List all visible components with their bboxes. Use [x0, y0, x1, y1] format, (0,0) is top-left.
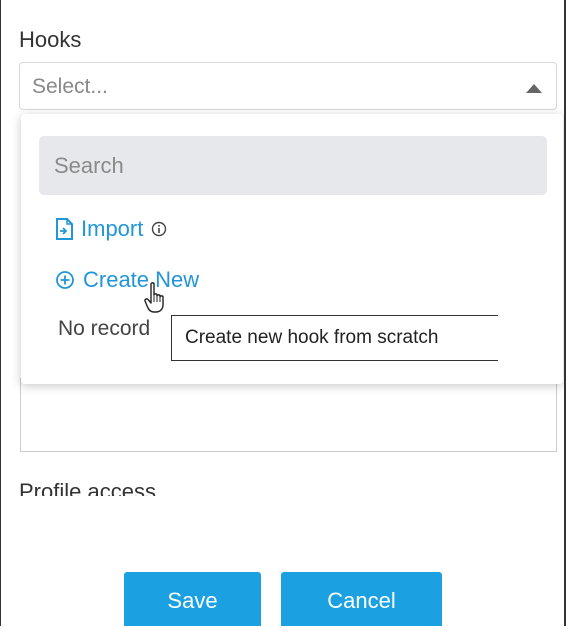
create-new-label: Create New: [83, 267, 200, 292]
hand-pointer-icon: [144, 282, 164, 313]
hooks-form-panel: Hooks Select... Profile access Import: [0, 0, 566, 626]
import-label: Import: [81, 216, 144, 241]
no-records-text: No record: [58, 317, 151, 340]
tooltip-text: Create new hook from scratch: [185, 327, 439, 348]
profile-access-label: Profile access: [19, 479, 156, 496]
triangle-up-icon[interactable]: [526, 84, 542, 93]
plus-circle-icon: [56, 271, 74, 289]
save-button[interactable]: Save: [124, 572, 261, 626]
file-import-icon: [56, 218, 73, 240]
cancel-button[interactable]: Cancel: [281, 572, 442, 626]
hooks-select[interactable]: Select...: [19, 62, 557, 110]
hooks-select-placeholder: Select...: [32, 75, 108, 98]
hooks-list-box: [20, 378, 557, 452]
info-icon[interactable]: [151, 221, 175, 237]
import-option[interactable]: Import: [55, 216, 175, 242]
search-input[interactable]: [39, 136, 547, 195]
create-new-option[interactable]: Create New: [55, 267, 199, 293]
hooks-label: Hooks: [19, 27, 82, 52]
create-new-tooltip: Create new hook from scratch: [171, 315, 498, 361]
